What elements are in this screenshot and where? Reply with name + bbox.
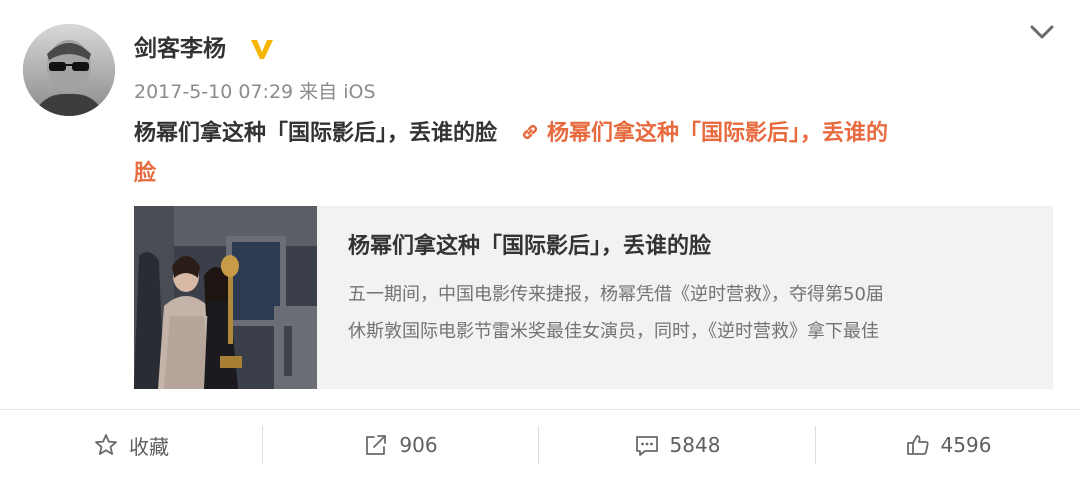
share-icon — [366, 435, 387, 455]
favorite-label: 收藏 — [129, 434, 169, 459]
post-link-label: 杨幂们拿这种「国际影后」，丢谁的 — [547, 121, 889, 146]
thumbs-up-icon — [906, 435, 929, 455]
link-icon — [523, 125, 537, 139]
card-title: 杨幂们拿这种「国际影后」，丢谁的脸 — [348, 234, 712, 259]
card-thumbnail — [134, 206, 317, 389]
username[interactable]: 剑客李杨 — [134, 32, 226, 66]
like-count: 4596 — [940, 433, 992, 457]
post-source: 来自 iOS — [299, 81, 376, 103]
repost-button[interactable]: 906 — [263, 420, 538, 470]
post-text: 杨幂们拿这种「国际影后」，丢谁的脸 杨幂们拿这种「国际影后」，丢谁的脸 — [134, 114, 1054, 194]
link-card[interactable]: 杨幂们拿这种「国际影后」，丢谁的脸 五一期间，中国电影传来捷报，杨幂凭借《逆时营… — [134, 206, 1053, 389]
favorite-button[interactable]: 收藏 — [0, 420, 262, 470]
comment-button[interactable]: 5848 — [539, 420, 815, 470]
avatar[interactable] — [23, 24, 115, 116]
avatar-photo — [23, 24, 115, 116]
post-text-body: 杨幂们拿这种「国际影后」，丢谁的脸 — [134, 121, 498, 146]
action-bar: 收藏 906 5848 4596 — [0, 420, 1080, 470]
card-desc-line: 五一期间，中国电影传来捷报，杨幂凭借《逆时营救》，夺得第50届 — [348, 284, 884, 305]
comment-icon — [635, 436, 658, 456]
repost-count: 906 — [399, 433, 438, 457]
chevron-down-icon[interactable] — [1026, 20, 1058, 44]
like-button[interactable]: 4596 — [816, 420, 1080, 470]
post-meta: 2017-5-10 07:29 来自 iOS — [134, 78, 376, 106]
verified-v-icon — [251, 40, 273, 59]
action-bar-divider — [0, 409, 1080, 410]
comment-count: 5848 — [669, 433, 721, 457]
card-description: 五一期间，中国电影传来捷报，杨幂凭借《逆时营救》，夺得第50届 休斯敦国际电影节… — [348, 276, 1028, 350]
card-desc-line: 休斯敦国际电影节雷米奖最佳女演员，同时，《逆时营救》拿下最佳 — [348, 321, 879, 342]
post-timestamp[interactable]: 2017-5-10 07:29 — [134, 81, 293, 103]
post-link-label-tail: 脸 — [134, 161, 157, 186]
star-icon — [95, 434, 117, 455]
